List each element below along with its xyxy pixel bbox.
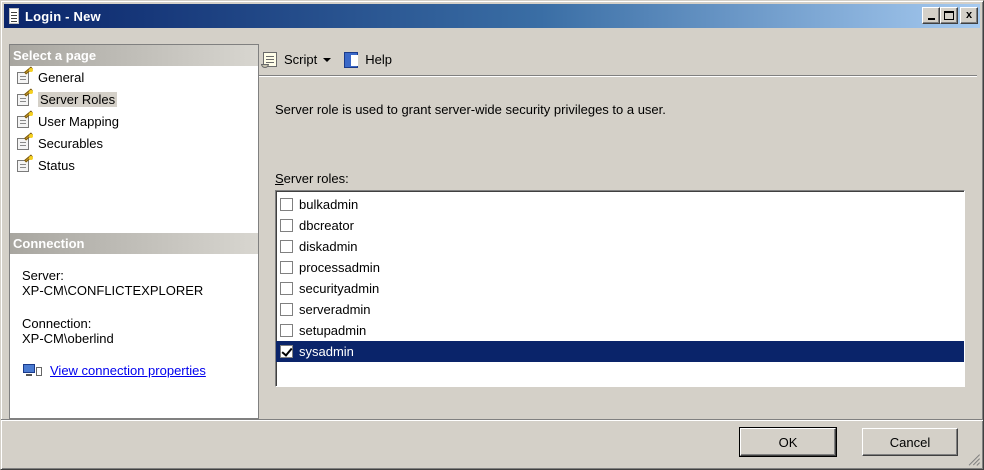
server-info: Server: XP-CM\CONFLICTEXPLORER	[10, 268, 258, 298]
role-row-bulkadmin[interactable]: bulkadmin	[276, 194, 964, 215]
page-wand-icon	[16, 132, 34, 151]
role-checkbox[interactable]	[280, 345, 293, 358]
role-checkbox[interactable]	[280, 261, 293, 274]
role-row-sysadmin[interactable]: sysadmin	[276, 341, 964, 362]
close-icon: x	[965, 9, 973, 21]
role-name: sysadmin	[299, 344, 354, 359]
select-page-header: Select a page	[10, 45, 258, 66]
server-roles-label: Server roles:	[275, 171, 349, 186]
server-label: Server:	[22, 268, 64, 283]
close-button[interactable]: x	[960, 7, 978, 24]
page-item-general[interactable]: General	[10, 66, 258, 88]
role-checkbox[interactable]	[280, 303, 293, 316]
role-checkbox[interactable]	[280, 282, 293, 295]
description-area: Server role is used to grant server-wide…	[275, 102, 965, 117]
page-item-user-mapping[interactable]: User Mapping	[10, 110, 258, 132]
connection-properties-icon	[22, 362, 44, 378]
role-row-setupadmin[interactable]: setupadmin	[276, 320, 964, 341]
toolbar: Script Help	[259, 44, 977, 76]
page-item-label: Status	[38, 157, 75, 173]
page-selector-panel: Select a page General Server Roles User Ma…	[9, 44, 259, 419]
login-new-dialog: Login - New x Select a page General Serve…	[0, 0, 984, 470]
page-item-label: Securables	[38, 135, 104, 151]
role-row-diskadmin[interactable]: diskadmin	[276, 236, 964, 257]
cancel-button[interactable]: Cancel	[862, 428, 958, 456]
role-name: bulkadmin	[299, 197, 359, 212]
page-item-label: User Mapping	[38, 113, 119, 129]
page-item-label: General	[38, 69, 85, 85]
role-name: dbcreator	[299, 218, 354, 233]
title-bar[interactable]: Login - New x	[4, 4, 980, 28]
connection-label: Connection:	[22, 316, 92, 331]
server-roles-label-rest: erver roles:	[283, 171, 349, 186]
page-item-securables[interactable]: Securables	[10, 132, 258, 154]
minimize-icon	[927, 18, 935, 20]
server-roles-list[interactable]: bulkadmin dbcreator diskadmin processadmin s…	[275, 190, 965, 387]
ok-button[interactable]: OK	[739, 427, 837, 457]
role-name: serveradmin	[299, 302, 371, 317]
description-text: Server role is used to grant server-wide…	[275, 102, 666, 117]
chevron-down-icon[interactable]	[323, 58, 332, 62]
script-button[interactable]: Script	[261, 51, 332, 69]
role-checkbox[interactable]	[280, 198, 293, 211]
role-name: processadmin	[299, 260, 380, 275]
page-wand-icon	[16, 88, 34, 107]
role-checkbox[interactable]	[280, 324, 293, 337]
page-wand-icon	[16, 110, 34, 129]
footer-divider	[1, 419, 983, 421]
window-title: Login - New	[25, 8, 101, 24]
help-label: Help	[365, 52, 392, 67]
server-roles-label-accesskey: S	[275, 171, 284, 186]
view-connection-properties-link[interactable]: View connection properties	[10, 362, 258, 378]
page-item-label: Server Roles	[38, 91, 118, 107]
script-icon	[261, 51, 281, 69]
role-name: diskadmin	[299, 239, 358, 254]
role-name: securityadmin	[299, 281, 380, 296]
connection-info: Connection: XP-CM\oberlind	[10, 316, 258, 346]
help-icon	[343, 51, 361, 69]
connection-header: Connection	[10, 233, 258, 254]
maximize-icon	[944, 11, 954, 20]
window-controls: x	[922, 7, 978, 24]
role-name: setupadmin	[299, 323, 367, 338]
page-item-server-roles[interactable]: Server Roles	[10, 88, 258, 110]
connection-value: XP-CM\oberlind	[22, 331, 114, 346]
page-wand-icon	[16, 154, 34, 173]
role-row-dbcreator[interactable]: dbcreator	[276, 215, 964, 236]
role-checkbox[interactable]	[280, 219, 293, 232]
maximize-button[interactable]	[940, 7, 958, 24]
role-row-processadmin[interactable]: processadmin	[276, 257, 964, 278]
resize-grip-icon[interactable]	[966, 452, 980, 466]
server-value: XP-CM\CONFLICTEXPLORER	[22, 283, 204, 298]
page-wand-icon	[16, 66, 34, 85]
help-button[interactable]: Help	[343, 51, 392, 69]
role-row-serveradmin[interactable]: serveradmin	[276, 299, 964, 320]
page-list: General Server Roles User Mapping Securable…	[10, 66, 258, 176]
document-icon	[9, 8, 19, 24]
role-checkbox[interactable]	[280, 240, 293, 253]
view-connection-properties-text[interactable]: View connection properties	[50, 363, 206, 378]
minimize-button[interactable]	[922, 7, 940, 24]
connection-section: Connection Server: XP-CM\CONFLICTEXPLORE…	[10, 233, 258, 378]
script-label: Script	[284, 52, 318, 67]
page-item-status[interactable]: Status	[10, 154, 258, 176]
role-row-securityadmin[interactable]: securityadmin	[276, 278, 964, 299]
server-roles-page: Script Help Server role is used to grant…	[259, 44, 977, 419]
